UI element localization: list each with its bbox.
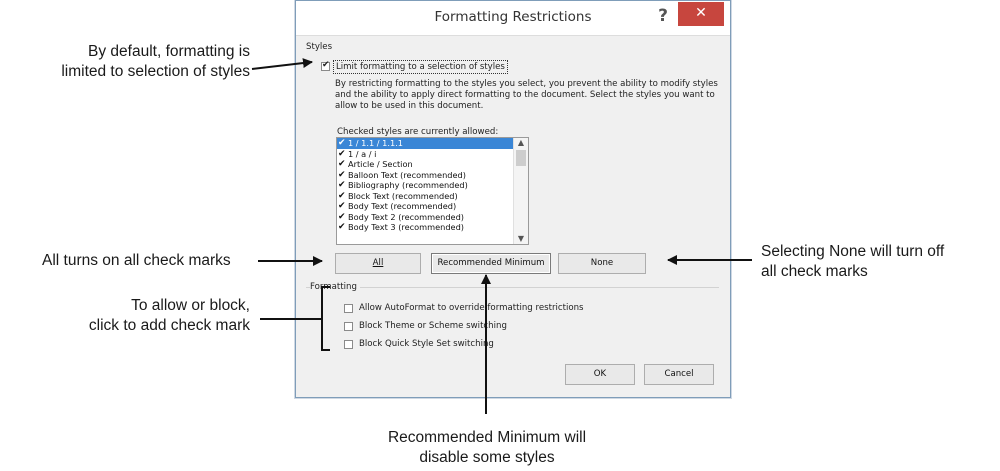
callout-allow-line2: click to add check mark bbox=[88, 317, 250, 334]
style-list-item-label: 1 / a / i bbox=[348, 148, 377, 159]
all-button[interactable]: All bbox=[335, 253, 421, 274]
restriction-description: By restricting formatting to the styles … bbox=[335, 79, 718, 111]
close-button[interactable]: ✕ bbox=[678, 2, 724, 26]
cancel-button[interactable]: Cancel bbox=[644, 364, 714, 385]
checkmark-icon[interactable]: ✔ bbox=[338, 202, 346, 211]
formatting-section-label: Formatting bbox=[310, 282, 360, 292]
block-quick-style-checkbox[interactable] bbox=[344, 340, 353, 349]
style-list-item[interactable]: ✔ Bibliography (recommended) bbox=[337, 180, 528, 191]
scroll-up-icon[interactable]: ▲ bbox=[514, 138, 528, 148]
none-button-label: None bbox=[590, 258, 614, 268]
style-list-item-label: Body Text 2 (recommended) bbox=[348, 211, 464, 222]
style-list-item[interactable]: ✔ 1 / a / i bbox=[337, 149, 528, 160]
callout-allow-line1: To allow or block, bbox=[131, 297, 250, 314]
checkmark-icon[interactable]: ✔ bbox=[338, 212, 346, 221]
block-theme-checkbox[interactable] bbox=[344, 322, 353, 331]
cancel-button-label: Cancel bbox=[664, 369, 694, 379]
style-list-item-label: 1 / 1.1 / 1.1.1 bbox=[348, 138, 403, 148]
ok-button-label: OK bbox=[593, 369, 607, 379]
callout-none-line2: all check marks bbox=[761, 263, 868, 280]
callout-recommended-line2: disable some styles bbox=[419, 449, 555, 466]
style-list-item[interactable]: ✔ Balloon Text (recommended) bbox=[337, 170, 528, 181]
style-list-item[interactable]: ✔ Article / Section bbox=[337, 159, 528, 170]
callout-none-line1: Selecting None will turn off bbox=[761, 243, 945, 260]
dialog-titlebar[interactable]: Formatting Restrictions ? ✕ bbox=[296, 1, 730, 36]
limit-formatting-label[interactable]: Limit formatting to a selection of style… bbox=[333, 60, 508, 74]
formatting-group: Formatting Allow AutoFormat to override … bbox=[306, 282, 719, 361]
callout-default-line1: By default, formatting is bbox=[88, 43, 250, 60]
block-theme-label: Block Theme or Scheme switching bbox=[359, 321, 507, 331]
limit-formatting-checkbox[interactable] bbox=[321, 62, 330, 71]
style-list-item-label: Article / Section bbox=[348, 159, 413, 169]
checkmark-icon[interactable]: ✔ bbox=[338, 223, 346, 232]
ok-button[interactable]: OK bbox=[565, 364, 635, 385]
style-list-item-label: Balloon Text (recommended) bbox=[348, 169, 466, 180]
styles-section-label: Styles bbox=[306, 42, 333, 52]
callout-default-line2: limited to selection of styles bbox=[61, 63, 250, 80]
styles-listbox[interactable]: ✔ 1 / 1.1 / 1.1.1 ✔ 1 / a / i ✔ Article / Sec… bbox=[336, 137, 529, 245]
help-button[interactable]: ? bbox=[652, 5, 674, 27]
allow-autoformat-label: Allow AutoFormat to override formatting … bbox=[359, 303, 584, 313]
formatting-restrictions-dialog: Formatting Restrictions ? ✕ Styles Limit… bbox=[295, 0, 731, 398]
checkmark-icon[interactable]: ✔ bbox=[338, 160, 346, 169]
style-list-item-label: Body Text (recommended) bbox=[348, 201, 457, 211]
styles-list-caption: Checked styles are currently allowed: bbox=[337, 127, 499, 137]
styles-scrollbar[interactable]: ▲ ▼ bbox=[513, 138, 528, 244]
style-list-item[interactable]: ✔ Body Text 3 (recommended) bbox=[337, 222, 528, 233]
style-list-item[interactable]: ✔ Body Text 2 (recommended) bbox=[337, 212, 528, 223]
style-list-item[interactable]: ✔ Block Text (recommended) bbox=[337, 191, 528, 202]
scroll-down-icon[interactable]: ▼ bbox=[514, 234, 528, 244]
allow-autoformat-checkbox[interactable] bbox=[344, 304, 353, 313]
checkmark-icon[interactable]: ✔ bbox=[338, 181, 346, 190]
callout-none: Selecting None will turn off all check m… bbox=[761, 242, 944, 282]
dialog-content: Styles Limit formatting to a selection o… bbox=[296, 35, 730, 397]
callout-default-formatting: By default, formatting is limited to sel… bbox=[10, 42, 250, 82]
callout-recommended: Recommended Minimum will disable some st… bbox=[352, 428, 622, 468]
checkmark-icon[interactable]: ✔ bbox=[338, 170, 346, 179]
scroll-thumb[interactable] bbox=[516, 150, 526, 166]
style-list-item[interactable]: ✔ Body Text (recommended) bbox=[337, 201, 528, 212]
block-quick-style-label: Block Quick Style Set switching bbox=[359, 339, 494, 349]
style-list-item-label: Bibliography (recommended) bbox=[348, 180, 468, 190]
checkmark-icon[interactable]: ✔ bbox=[338, 149, 346, 158]
callout-recommended-line1: Recommended Minimum will bbox=[387, 429, 587, 446]
recommended-minimum-button[interactable]: Recommended Minimum bbox=[431, 253, 551, 274]
style-list-item-label: Block Text (recommended) bbox=[348, 190, 458, 201]
none-button[interactable]: None bbox=[558, 253, 646, 274]
checkmark-icon[interactable]: ✔ bbox=[338, 191, 346, 200]
all-button-label: All bbox=[372, 258, 384, 268]
checkmark-icon[interactable]: ✔ bbox=[338, 139, 346, 148]
style-list-item-label: Body Text 3 (recommended) bbox=[348, 222, 464, 232]
callout-allow-block: To allow or block, click to add check ma… bbox=[40, 296, 250, 336]
style-list-item[interactable]: ✔ 1 / 1.1 / 1.1.1 bbox=[337, 138, 528, 149]
recommended-minimum-label: Recommended Minimum bbox=[437, 258, 545, 268]
callout-all: All turns on all check marks bbox=[42, 252, 231, 269]
